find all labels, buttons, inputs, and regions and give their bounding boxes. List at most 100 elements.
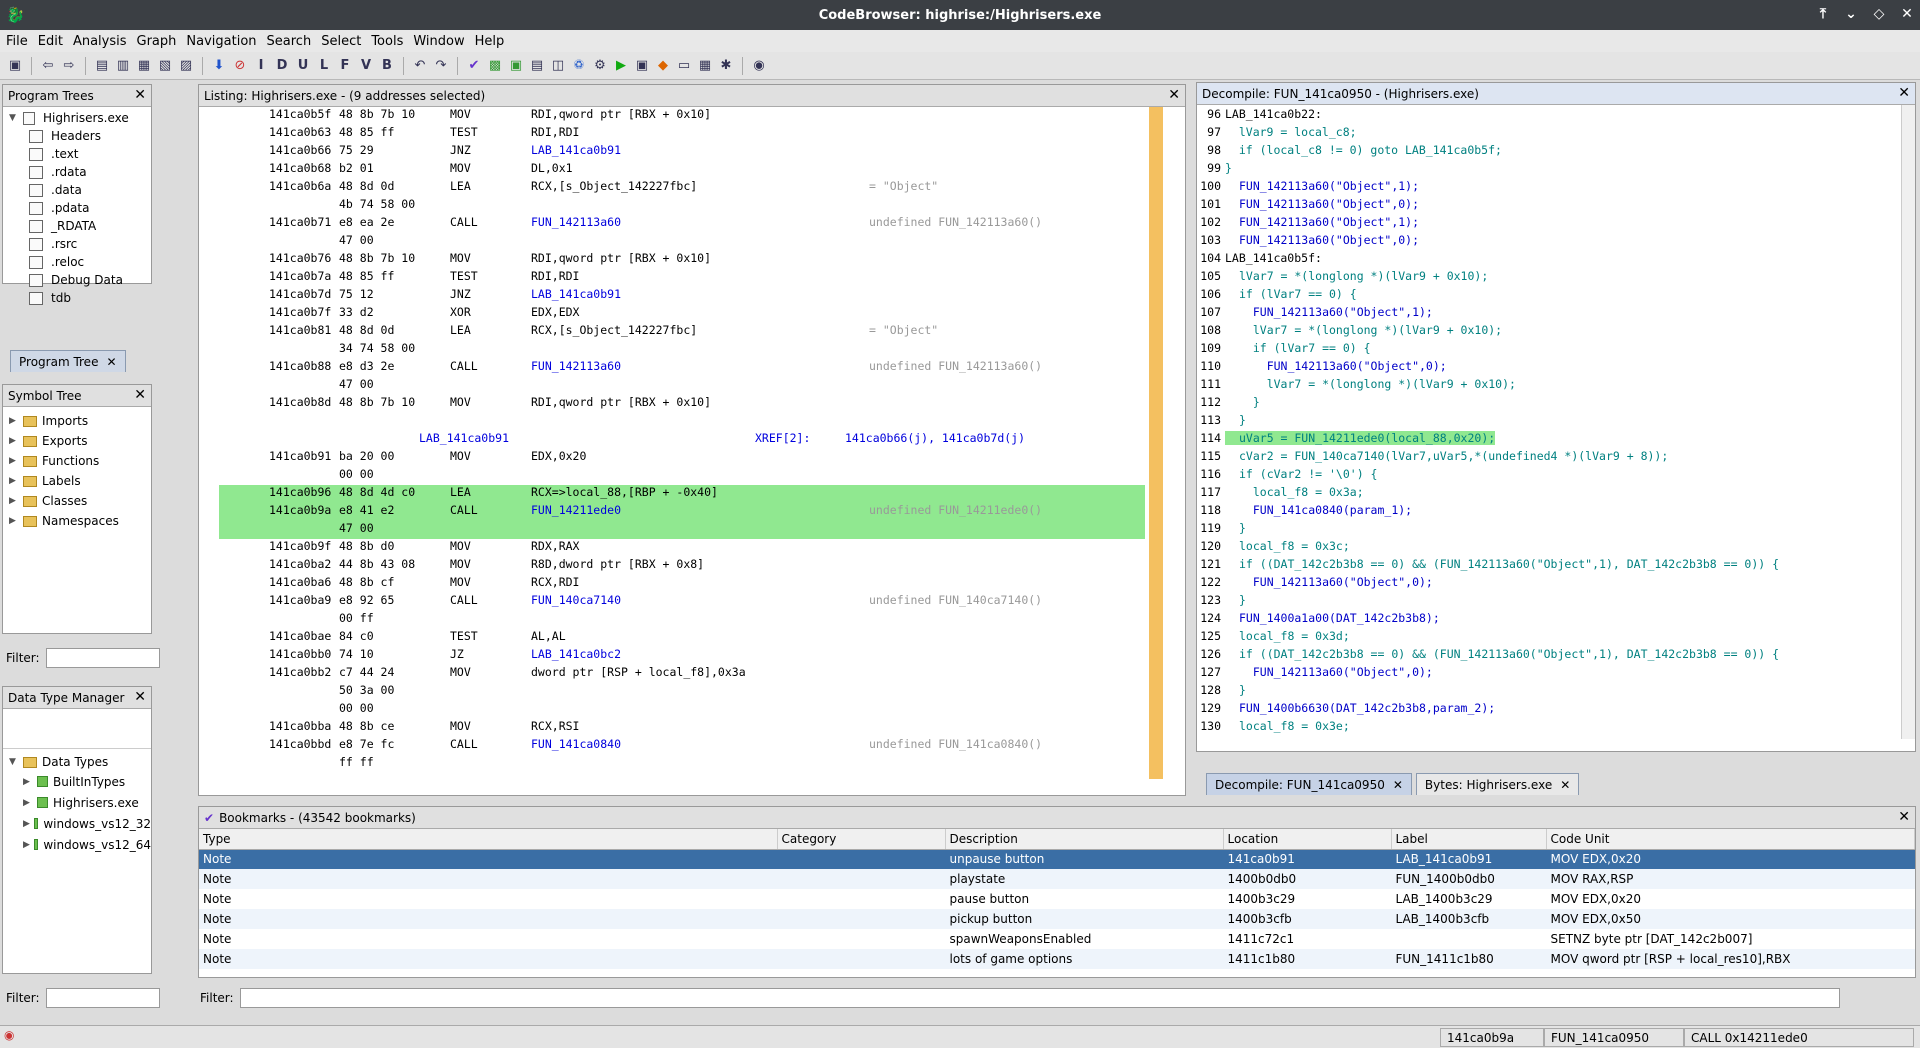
datatype-archive[interactable]: ▶ windows_vs12_64	[9, 834, 151, 855]
decompile-line[interactable]: 125 local_f8 = 0x3d;	[1199, 629, 1899, 647]
tab-bytes[interactable]: Bytes: Highrisers.exe ✕	[1415, 773, 1580, 795]
datatype-archive[interactable]: ▶ Highrisers.exe	[9, 792, 151, 813]
listing-row[interactable]: 141ca0b9a e8 41 e2 CALL FUN_14211ede0 undefi…	[219, 503, 1145, 521]
decompile-line[interactable]: 101 FUN_142113a60("Object",0);	[1199, 197, 1899, 215]
decompile-line[interactable]: 115 cVar2 = FUN_140ca7140(lVar7,uVar5,*(u…	[1199, 449, 1899, 467]
decompile-line[interactable]: 103 FUN_142113a60("Object",0);	[1199, 233, 1899, 251]
menu-edit[interactable]: Edit	[38, 34, 63, 49]
symbol-tree-item[interactable]: ▶ Imports	[9, 411, 151, 431]
listing-row[interactable]: 141ca0b96 48 8d 4d c0 LEA RCX=>local_88,[RB…	[219, 485, 1145, 503]
tree-item[interactable]: .text	[9, 145, 151, 163]
decompile-line[interactable]: 117 local_f8 = 0x3a;	[1199, 485, 1899, 503]
decompile-line[interactable]: 108 lVar7 = *(longlong *)(lVar9 + 0x10);	[1199, 323, 1899, 341]
listing-row[interactable]: 50 3a 00	[219, 683, 1145, 701]
help-icon[interactable]: ◉	[750, 57, 768, 75]
close-icon[interactable]: ✕	[1898, 809, 1910, 825]
save-icon[interactable]: ▣	[6, 57, 24, 75]
listing-row[interactable]: 47 00	[219, 521, 1145, 539]
close-icon[interactable]: ✕	[1560, 778, 1570, 792]
decompile-line[interactable]: 123}	[1199, 593, 1899, 611]
listing-row[interactable]: 00 00	[219, 467, 1145, 485]
decompile-line[interactable]: 113}	[1199, 413, 1899, 431]
listing-row[interactable]: 141ca0b6a 48 8d 0d LEA RCX,[s_Object_142227…	[219, 179, 1145, 197]
decompile-line[interactable]: 120 local_f8 = 0x3c;	[1199, 539, 1899, 557]
minimize-icon[interactable]: ⌄	[1842, 3, 1860, 25]
listing-row[interactable]: 141ca0b5f 48 8b 7b 10 MOV RDI,qword ptr [RB…	[219, 107, 1145, 125]
bug-icon[interactable]: ✱	[717, 57, 735, 75]
decompile-line[interactable]: 111 lVar7 = *(longlong *)(lVar9 + 0x10);	[1199, 377, 1899, 395]
tree-item[interactable]: _RDATA	[9, 217, 151, 235]
listing-row[interactable]: 141ca0b71 e8 ea 2e CALL FUN_142113a60 undefi…	[219, 215, 1145, 233]
listing-row[interactable]: 141ca0b88 e8 d3 2e CALL FUN_142113a60 undefi…	[219, 359, 1145, 377]
d-icon[interactable]: D	[273, 57, 291, 75]
close-icon[interactable]: ✕	[1393, 778, 1403, 792]
function-graph-icon[interactable]: ♽	[570, 57, 588, 75]
tree-item[interactable]: .pdata	[9, 199, 151, 217]
listing-row[interactable]: 47 00	[219, 233, 1145, 251]
undo-icon[interactable]: ↶	[411, 57, 429, 75]
i-icon[interactable]: I	[252, 57, 270, 75]
decompile-line[interactable]: 106 if (lVar7 == 0) {	[1199, 287, 1899, 305]
listing-row[interactable]: 141ca0b81 48 8d 0d LEA RCX,[s_Object_142227…	[219, 323, 1145, 341]
decompile-line[interactable]: 102 FUN_142113a60("Object",1);	[1199, 215, 1899, 233]
column-header[interactable]: Category	[777, 829, 946, 850]
listing-row[interactable]: 141ca0b7f 33 d2 XOR EDX,EDX	[219, 305, 1145, 323]
decompile-line[interactable]: 98 if (local_c8 != 0) goto LAB_141ca0b5f…	[1199, 143, 1899, 161]
listing-row[interactable]: 141ca0b63 48 85 ff TEST RDI,RDI	[219, 125, 1145, 143]
b-icon[interactable]: B	[378, 57, 396, 75]
symbol-tree-item[interactable]: ▶ Namespaces	[9, 511, 151, 531]
decompile-line[interactable]: 100 FUN_142113a60("Object",1);	[1199, 179, 1899, 197]
listing-row[interactable]: 34 74 58 00	[219, 341, 1145, 359]
listing-row[interactable]: LAB_141ca0b91 XREF[2]: 141ca0b66(j), 141c…	[219, 431, 1145, 449]
symbol-tree-item[interactable]: ▶ Functions	[9, 451, 151, 471]
close-icon[interactable]: ✕	[134, 387, 146, 403]
symbol-filter-input[interactable]	[45, 648, 160, 668]
down-arrow-icon[interactable]: ⬇	[210, 57, 228, 75]
decompile-line[interactable]: 128}	[1199, 683, 1899, 701]
decompile-line[interactable]: 127 FUN_142113a60("Object",0);	[1199, 665, 1899, 683]
decompile-line[interactable]: 110 FUN_142113a60("Object",0);	[1199, 359, 1899, 377]
f-icon[interactable]: F	[336, 57, 354, 75]
maximize-icon[interactable]: ◇	[1870, 3, 1888, 25]
listing-row[interactable]: 141ca0bba 48 8b ce MOV RCX,RSI	[219, 719, 1145, 737]
decompile-line[interactable]: 129 FUN_1400b6630(DAT_142c2b3b8,param_2);	[1199, 701, 1899, 719]
menu-window[interactable]: Window	[413, 34, 464, 49]
listing-row[interactable]: ff ff	[219, 755, 1145, 773]
next-undefined-icon[interactable]: ▦	[135, 57, 153, 75]
listing-row[interactable]: 141ca0ba9 e8 92 65 CALL FUN_140ca7140 undefi…	[219, 593, 1145, 611]
memory-icon[interactable]: ▦	[696, 57, 714, 75]
decompile-line[interactable]: 96 LAB_141ca0b22:	[1199, 107, 1899, 125]
close-icon[interactable]: ✕	[1168, 87, 1180, 103]
decompile-line[interactable]: 119}	[1199, 521, 1899, 539]
decompile-line[interactable]: 121 if ((DAT_142c2b3b8 == 0) && (FUN_1421…	[1199, 557, 1899, 575]
listing-row[interactable]: 141ca0b76 48 8b 7b 10 MOV RDI,qword ptr [RB…	[219, 251, 1145, 269]
v-icon[interactable]: V	[357, 57, 375, 75]
listing-row[interactable]: 141ca0b91 ba 20 00 MOV EDX,0x20	[219, 449, 1145, 467]
menu-search[interactable]: Search	[267, 34, 312, 49]
listing-row[interactable]: 141ca0b7d 75 12 JNZ LAB_141ca0b91	[219, 287, 1145, 305]
listing-row[interactable]: 00 00	[219, 701, 1145, 719]
table-row[interactable]: Note spawnWeaponsEnabled 1411c72c1 SETNZ by…	[199, 929, 1915, 949]
column-header[interactable]: Type	[199, 829, 778, 850]
tree-item[interactable]: .reloc	[9, 253, 151, 271]
diamond-icon[interactable]: ◆	[654, 57, 672, 75]
decompile-line[interactable]: 105 lVar7 = *(longlong *)(lVar9 + 0x10);	[1199, 269, 1899, 287]
datatype-filter-input[interactable]	[45, 988, 160, 1008]
table-row[interactable]: Note lots of game options 1411c1b80 FUN_141…	[199, 949, 1915, 969]
listing-row[interactable]: 00 ff	[219, 611, 1145, 629]
listing-row[interactable]: 141ca0bb2 c7 44 24 MOV dword ptr [RSP + loc…	[219, 665, 1145, 683]
listing-row[interactable]: 141ca0b8d 48 8b 7b 10 MOV RDI,qword ptr [RB…	[219, 395, 1145, 413]
datatype-archive[interactable]: ▶ windows_vs12_32	[9, 813, 151, 834]
script-icon[interactable]: ▣	[507, 57, 525, 75]
close-icon[interactable]: ✕	[134, 87, 146, 103]
listing-row[interactable]: 141ca0b66 75 29 JNZ LAB_141ca0b91	[219, 143, 1145, 161]
decompile-line[interactable]: 114 uVar5 = FUN_14211ede0(local_88,0x20);	[1199, 431, 1899, 449]
gear-icon[interactable]: ⚙	[591, 57, 609, 75]
forward-icon[interactable]: ⇨	[60, 57, 78, 75]
label[interactable]: LAB_141ca0b91	[419, 431, 509, 445]
console-icon[interactable]: ▣	[633, 57, 651, 75]
table-row[interactable]: Note unpause button 141ca0b91 LAB_141ca0b91…	[199, 849, 1915, 869]
stop-icon[interactable]: ⊘	[231, 57, 249, 75]
decompile-line[interactable]: 124 FUN_1400a1a00(DAT_142c2b3b8);	[1199, 611, 1899, 629]
decompile-line[interactable]: 130 local_f8 = 0x3e;	[1199, 719, 1899, 737]
